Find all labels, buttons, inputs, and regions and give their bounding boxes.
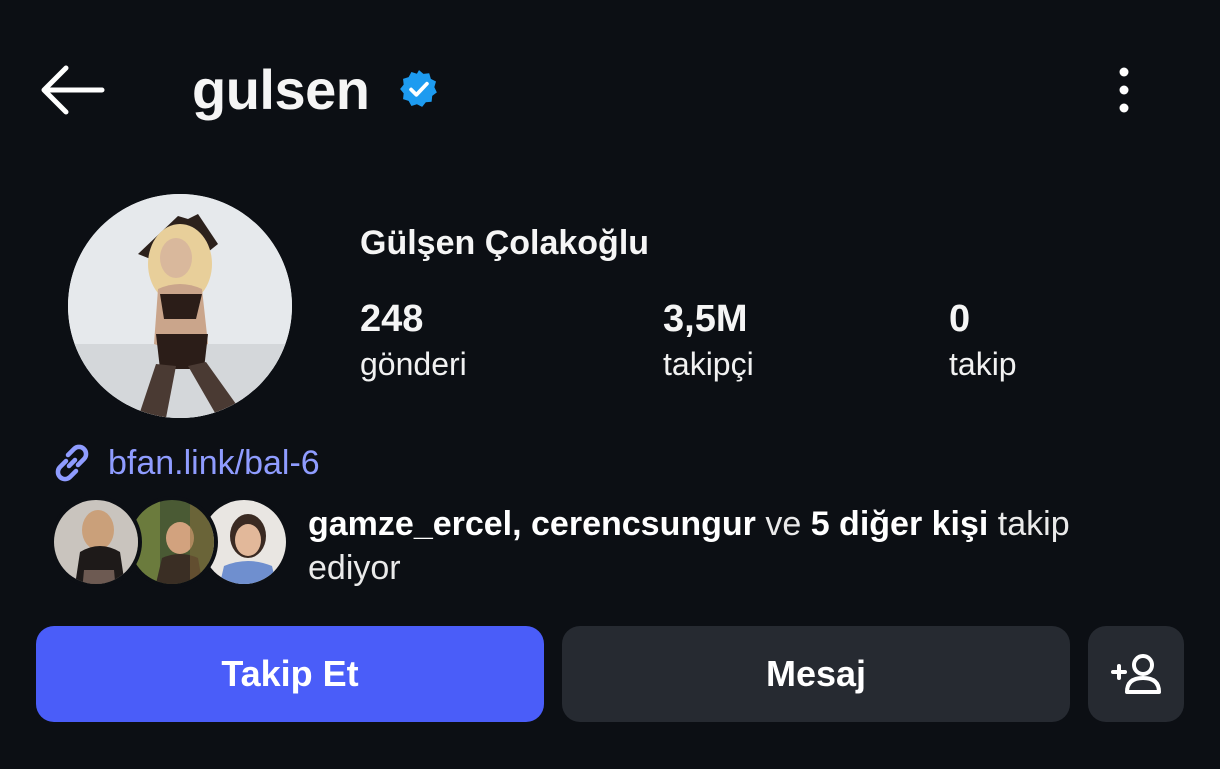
follow-button[interactable]: Takip Et (36, 626, 544, 722)
profile-avatar[interactable] (68, 194, 292, 418)
more-options-button[interactable] (1100, 60, 1148, 120)
bio-link[interactable]: bfan.link/bal-6 (48, 438, 320, 488)
stat-following-value: 0 (949, 298, 971, 340)
bio-link-text: bfan.link/bal-6 (108, 443, 320, 482)
profile-photo (68, 194, 292, 418)
message-button[interactable]: Mesaj (562, 626, 1070, 722)
back-button[interactable] (30, 56, 112, 124)
mutual-others-count: 5 diğer kişi (810, 505, 989, 543)
stat-posts-value: 248 (360, 298, 424, 340)
stat-posts-label: gönderi (360, 346, 467, 382)
profile-username: gulsen (192, 58, 370, 121)
mutual-avatar-1 (50, 496, 142, 588)
stat-posts[interactable]: 248 gönderi (360, 296, 467, 386)
arrow-left-icon (41, 65, 105, 115)
mutual-connector: ve (755, 505, 811, 543)
top-bar: gulsen (0, 0, 1220, 180)
verified-badge-icon (400, 70, 437, 107)
profile-full-name: Gülşen Çolakoğlu (360, 224, 650, 262)
link-icon (55, 444, 89, 482)
stat-followers-value: 3,5M (663, 298, 748, 340)
add-user-button[interactable] (1088, 626, 1184, 722)
stat-followers[interactable]: 3,5M takipçi (663, 296, 754, 386)
stat-followers-label: takipçi (663, 346, 754, 382)
stat-following[interactable]: 0 takip (949, 296, 1017, 386)
mutual-follower-names: gamze_ercel, cerencsungur (308, 505, 756, 543)
add-user-icon (1111, 654, 1161, 694)
more-vertical-icon (1119, 67, 1129, 113)
stat-following-label: takip (949, 346, 1017, 382)
mutual-followers-text: gamze_ercel, cerencsungur ve 5 diğer kiş… (308, 502, 1168, 590)
mutual-followers[interactable]: gamze_ercel, cerencsungur ve 5 diğer kiş… (50, 496, 1190, 592)
